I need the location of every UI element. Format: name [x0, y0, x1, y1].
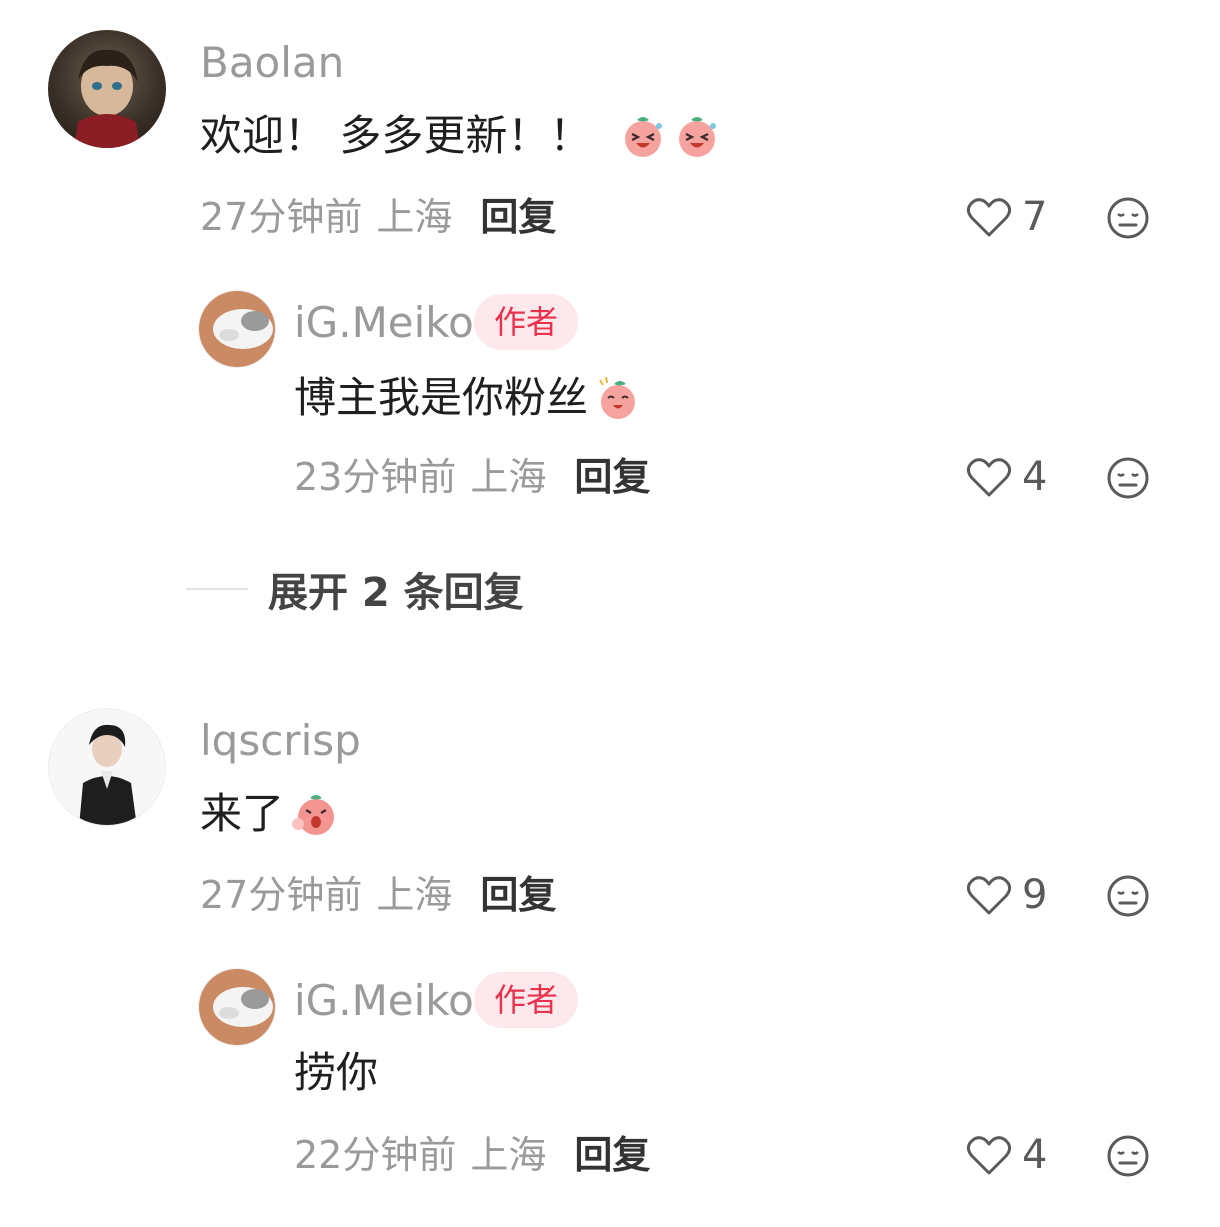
- avatar[interactable]: [48, 708, 166, 826]
- timestamp: 27分钟前: [200, 873, 363, 917]
- like-count: 7: [1022, 194, 1048, 240]
- laughing-peach-emoji: [625, 117, 663, 157]
- heart-outline-icon: [966, 1136, 1012, 1175]
- like-count: 4: [1022, 454, 1048, 500]
- heart-outline-icon: [966, 876, 1012, 915]
- like-button[interactable]: 7: [966, 194, 1047, 240]
- username[interactable]: iG.Meiko: [294, 980, 474, 1022]
- expand-replies-label: 展开 2 条回复: [268, 570, 524, 616]
- divider: [186, 588, 248, 590]
- expand-replies-button[interactable]: 展开 2 条回复: [186, 560, 524, 618]
- author-badge: 作者: [474, 972, 579, 1028]
- comment-meta: 23分钟前 上海 回复: [294, 458, 650, 496]
- comment-body: 欢迎！ 多多更新！！: [200, 111, 592, 160]
- comment-text: 来了: [200, 790, 338, 838]
- reply-button[interactable]: 回复: [480, 876, 556, 914]
- like-button[interactable]: 4: [966, 454, 1047, 500]
- comment-text: 博主我是你粉丝: [294, 374, 642, 422]
- laughing-peach-emoji: [679, 117, 717, 157]
- reply-button[interactable]: 回复: [480, 198, 556, 236]
- timestamp: 22分钟前: [294, 1133, 457, 1177]
- comment-text: 欢迎！ 多多更新！！: [200, 112, 721, 160]
- neutral-face-icon[interactable]: [1106, 1134, 1150, 1178]
- comment-text: 捞你: [294, 1052, 378, 1094]
- username[interactable]: Baolan: [200, 42, 344, 84]
- neutral-face-icon[interactable]: [1106, 196, 1150, 240]
- reply-button[interactable]: 回复: [574, 458, 650, 496]
- timestamp: 27分钟前: [200, 195, 363, 239]
- author-badge: 作者: [474, 294, 579, 350]
- avatar[interactable]: [198, 968, 276, 1046]
- location: 上海: [376, 873, 453, 917]
- neutral-face-icon[interactable]: [1106, 456, 1150, 500]
- heart-outline-icon: [966, 458, 1012, 497]
- avatar[interactable]: [198, 290, 276, 368]
- comment-meta: 27分钟前 上海 回复: [200, 876, 556, 914]
- comment-body: 博主我是你粉丝: [294, 373, 589, 422]
- timestamp: 23分钟前: [294, 455, 457, 499]
- like-count: 4: [1022, 1132, 1048, 1178]
- username[interactable]: lqscrisp: [200, 720, 361, 762]
- location: 上海: [470, 455, 547, 499]
- username[interactable]: iG.Meiko: [294, 302, 474, 344]
- comment-meta: 27分钟前 上海 回复: [200, 198, 556, 236]
- neutral-face-icon[interactable]: [1106, 874, 1150, 918]
- heart-outline-icon: [966, 198, 1012, 237]
- shy-peach-emoji: [599, 376, 636, 419]
- like-button[interactable]: 4: [966, 1132, 1047, 1178]
- comment-body: 来了: [200, 789, 285, 838]
- comment-body: 捞你: [294, 1048, 379, 1097]
- comment-list: Baolan 欢迎！ 多多更新！！ 27分钟前 上海 回复 7 iG.Meiko…: [0, 0, 1220, 1227]
- like-count: 9: [1022, 872, 1048, 918]
- comment-meta: 22分钟前 上海 回复: [294, 1136, 650, 1174]
- surprised-peach-emoji: [292, 795, 335, 835]
- reply-button[interactable]: 回复: [574, 1136, 650, 1174]
- location: 上海: [376, 195, 453, 239]
- avatar[interactable]: [48, 30, 166, 148]
- location: 上海: [470, 1133, 547, 1177]
- like-button[interactable]: 9: [966, 872, 1047, 918]
